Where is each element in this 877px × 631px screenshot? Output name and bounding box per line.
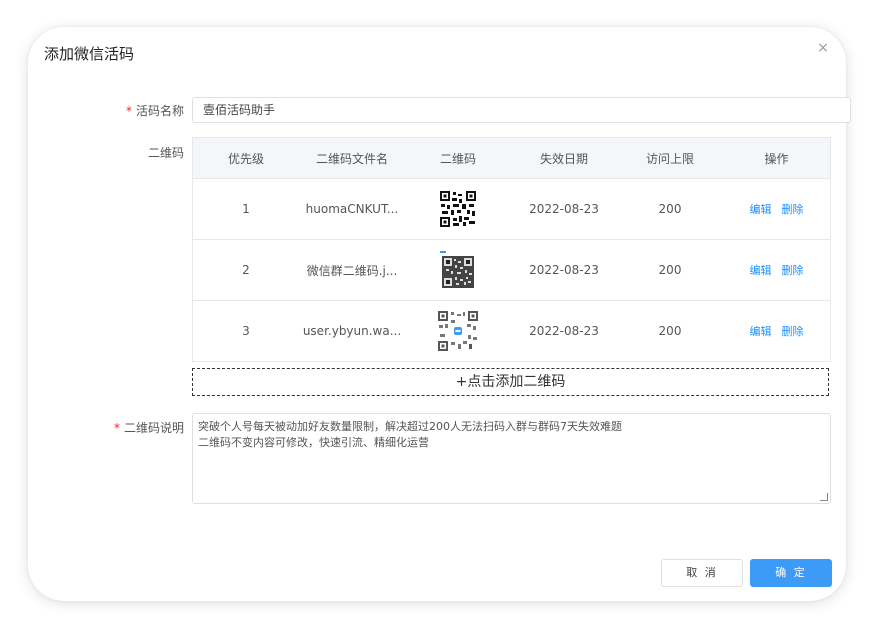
edit-link[interactable]: 编辑 [750,325,772,338]
filename-cell: 微信群二维码.j... [306,263,398,278]
delete-link[interactable]: 删除 [782,203,804,216]
actions-cell: 编辑 删除 [723,262,830,278]
name-label-text: 活码名称 [135,104,184,118]
header-expire: 失效日期 [539,151,588,166]
priority-cell: 1 [242,202,250,216]
header-qr: 二维码 [439,151,476,166]
qr-cell [405,251,511,289]
name-input[interactable]: 壹佰活码助手 [192,97,851,123]
add-wechat-code-dialog: 添加微信活码 × * 活码名称 壹佰活码助手 二维码 优先级 二维码文件名 二维码… [28,27,851,601]
expire-cell: 2022-08-23 [529,202,599,216]
edit-link[interactable]: 编辑 [750,264,772,277]
priority-cell: 2 [242,263,250,277]
header-filename: 二维码文件名 [315,151,388,166]
resize-handle-icon[interactable] [820,493,828,501]
qr-code-icon[interactable] [437,310,479,352]
limit-cell: 200 [658,263,682,277]
priority-cell: 3 [242,324,250,338]
desc-line-1: 突破个人号每天被动加好友数量限制，解决超过200人无法扫码入群与群码7天失效难题 [198,420,622,433]
filename-cell: user.ybyun.wa... [302,324,402,338]
table-header: 优先级 二维码文件名 二维码 失效日期 访问上限 操作 [193,138,830,179]
edit-link[interactable]: 编辑 [750,203,772,216]
qr-code-icon[interactable] [439,190,477,228]
qr-table: 优先级 二维码文件名 二维码 失效日期 访问上限 操作 1 huomaCNKUT… [192,137,831,362]
dialog-title: 添加微信活码 [44,45,135,63]
delete-link[interactable]: 删除 [782,325,804,338]
header-limit: 访问上限 [645,151,694,166]
close-icon[interactable]: × [816,41,830,55]
qr-code-icon[interactable] [439,251,477,289]
table-row: 1 huomaCNKUT... 2022-08-23 200 编辑 删除 [193,179,830,240]
qr-label: 二维码 [147,146,184,160]
confirm-button[interactable]: 确 定 [750,559,832,587]
table-row: 2 微信群二维码.j... 2022-08-23 200 编辑 删除 [193,240,830,301]
header-actions: 操作 [764,151,789,166]
expire-cell: 2022-08-23 [529,324,599,338]
desc-line-2: 二维码不变内容可修改，快速引流、精细化运营 [198,436,429,449]
desc-label-text: 二维码说明 [123,421,184,435]
header-priority: 优先级 [227,151,264,166]
desc-label: * 二维码说明 [44,419,184,436]
desc-textarea[interactable]: 突破个人号每天被动加好友数量限制，解决超过200人无法扫码入群与群码7天失效难题… [192,413,831,504]
filename-cell: huomaCNKUT... [305,202,399,216]
expire-cell: 2022-08-23 [529,263,599,277]
qr-cell [405,310,511,352]
qr-cell [405,190,511,228]
required-mark: * [125,104,132,118]
limit-cell: 200 [658,324,682,338]
name-label: * 活码名称 [44,102,184,119]
required-mark: * [113,421,120,435]
delete-link[interactable]: 删除 [782,264,804,277]
add-qr-button[interactable]: +点击添加二维码 [192,368,829,396]
actions-cell: 编辑 删除 [723,201,830,217]
cancel-button[interactable]: 取 消 [661,559,743,587]
table-row: 3 user.ybyun.wa... 2022-08-23 200 编辑 删除 [193,301,830,361]
actions-cell: 编辑 删除 [723,323,830,339]
limit-cell: 200 [658,202,682,216]
